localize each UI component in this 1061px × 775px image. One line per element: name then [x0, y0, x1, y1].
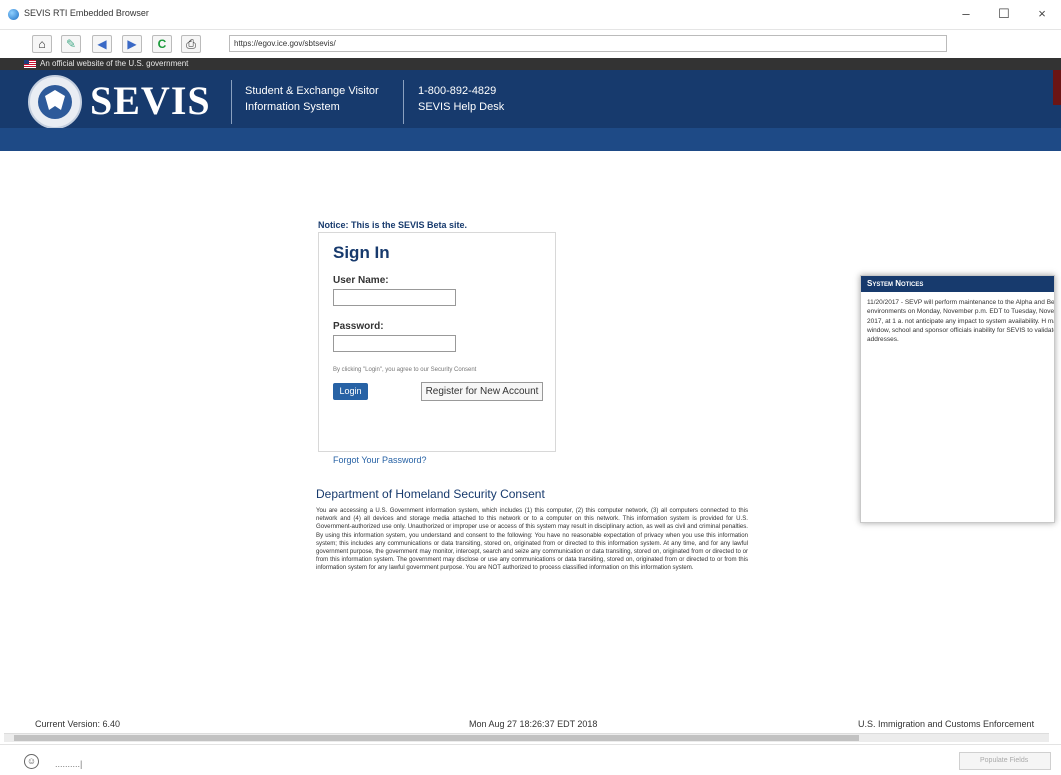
- window-controls: – ☐ ×: [947, 0, 1061, 30]
- status-bar: Current Version: 6.40 Mon Aug 27 18:26:3…: [0, 716, 1061, 733]
- username-label: User Name:: [333, 275, 389, 286]
- print-icon[interactable]: ⎙: [181, 35, 201, 53]
- forward-arrow-icon[interactable]: ▶: [122, 35, 142, 53]
- password-input[interactable]: [333, 335, 456, 352]
- header-edge: [1053, 70, 1061, 105]
- header-divider: [403, 80, 404, 124]
- system-notices-title: System Notices: [861, 276, 1054, 292]
- bottom-bar: ☺ ..........| Populate Fields: [0, 744, 1061, 775]
- system-name-line2: Information System: [245, 101, 340, 113]
- register-button[interactable]: Register for New Account: [421, 382, 543, 401]
- system-name: Student & Exchange Visitor Information S…: [245, 83, 379, 115]
- populate-fields-button[interactable]: Populate Fields: [959, 752, 1051, 770]
- header-divider: [231, 80, 232, 124]
- gov-banner-text: An official website of the U.S. governme…: [40, 59, 189, 68]
- site-header: SEVIS Student & Exchange Visitor Informa…: [0, 70, 1061, 151]
- favorites-icon[interactable]: ✎: [61, 35, 81, 53]
- refresh-icon[interactable]: C: [152, 35, 172, 53]
- login-consent-note: By clicking "Login", you agree to our Se…: [333, 367, 477, 373]
- signin-title: Sign In: [333, 243, 390, 262]
- system-notices-body: 11/20/2017 - SEVP will perform maintenan…: [867, 299, 1055, 344]
- consent-body: You are accessing a U.S. Government info…: [316, 507, 748, 572]
- system-notices-panel: System Notices 11/20/2017 - SEVP will pe…: [860, 275, 1055, 523]
- username-input[interactable]: [333, 289, 456, 306]
- window-titlebar: SEVIS RTI Embedded Browser – ☐ ×: [0, 0, 1061, 30]
- version-text: Current Version: 6.40: [35, 719, 121, 729]
- back-arrow-icon[interactable]: ◀: [92, 35, 112, 53]
- login-button[interactable]: Login: [333, 383, 368, 400]
- window-title: SEVIS RTI Embedded Browser: [24, 8, 149, 18]
- datetime-text: Mon Aug 27 18:26:37 EDT 2018: [469, 719, 598, 729]
- system-name-line1: Student & Exchange Visitor: [245, 85, 379, 97]
- maximize-button[interactable]: ☐: [985, 0, 1023, 30]
- helpdesk-phone: 1-800-892-4829: [418, 85, 497, 97]
- minimize-button[interactable]: –: [947, 0, 985, 30]
- us-flag-icon: [24, 60, 36, 68]
- header-subbar: [0, 128, 1061, 151]
- dhs-seal-logo: [28, 75, 82, 129]
- home-icon[interactable]: ⌂: [32, 35, 52, 53]
- address-bar[interactable]: https://egov.ice.gov/sbtsevis/: [229, 35, 947, 52]
- horizontal-scrollbar[interactable]: [4, 733, 1049, 742]
- browser-toolbar: ⌂ ✎ ◀ ▶ C ⎙ https://egov.ice.gov/sbtsevi…: [0, 30, 1061, 58]
- beta-notice: Notice: This is the SEVIS Beta site.: [318, 220, 468, 230]
- bottom-input[interactable]: ..........|: [55, 759, 82, 769]
- close-button[interactable]: ×: [1023, 0, 1061, 30]
- smiley-icon[interactable]: ☺: [24, 754, 39, 769]
- password-label: Password:: [333, 321, 384, 332]
- agency-text: U.S. Immigration and Customs Enforcement: [858, 719, 1035, 729]
- forgot-password-link[interactable]: Forgot Your Password?: [333, 455, 427, 465]
- helpdesk-label: SEVIS Help Desk: [418, 101, 505, 113]
- consent-title: Department of Homeland Security Consent: [316, 487, 545, 501]
- signin-panel: Sign In User Name: Password: By clicking…: [318, 232, 556, 465]
- browser-app-icon: [8, 9, 19, 20]
- gov-banner: An official website of the U.S. governme…: [0, 58, 1061, 70]
- helpdesk-info: 1-800-892-4829 SEVIS Help Desk: [418, 83, 504, 115]
- scrollbar-thumb[interactable]: [14, 735, 859, 741]
- sevis-logo-text: SEVIS: [90, 78, 211, 123]
